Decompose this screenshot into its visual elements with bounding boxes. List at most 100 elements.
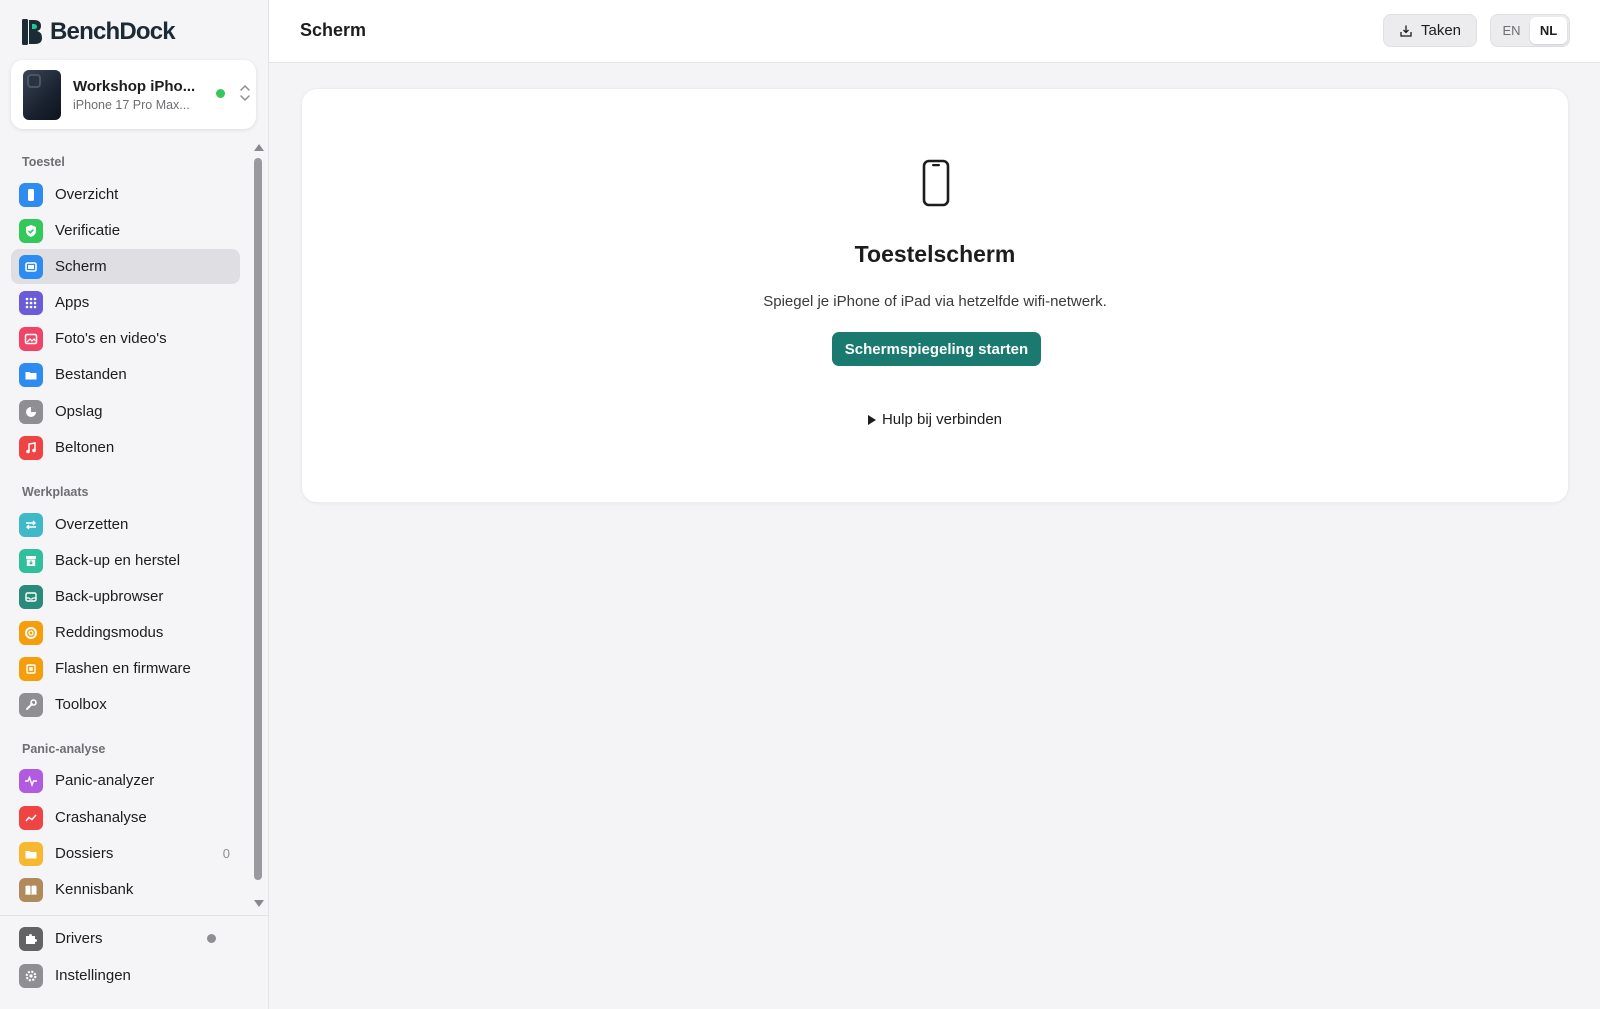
sidebar-item-label: Bestanden	[55, 366, 127, 383]
dossiers-count-badge: 0	[222, 846, 230, 861]
device-info: Workshop iPho... iPhone 17 Pro Max...	[73, 78, 205, 112]
sidebar-item-label: Instellingen	[55, 967, 131, 984]
sidebar-footer: Drivers Instellingen	[0, 915, 269, 1009]
phone-icon	[19, 182, 43, 207]
sidebar: BenchDock Workshop iPho... iPhone 17 Pro…	[0, 0, 269, 1009]
sidebar-item-opslag[interactable]: Opslag	[11, 394, 240, 429]
gear-icon	[19, 963, 43, 988]
section-label-werkplaats: Werkplaats	[22, 485, 89, 499]
scrollbar-thumb[interactable]	[254, 158, 262, 880]
sidebar-item-bestanden[interactable]: Bestanden	[11, 357, 240, 392]
sidebar-item-label: Verificatie	[55, 222, 121, 239]
lang-option-nl[interactable]: NL	[1530, 17, 1567, 44]
phone-icon	[922, 159, 950, 207]
grid-icon	[19, 290, 43, 315]
sidebar-item-label: Overzetten	[55, 516, 129, 533]
tasks-button[interactable]: Taken	[1383, 14, 1477, 47]
app-name: BenchDock	[50, 18, 176, 46]
lang-option-en[interactable]: EN	[1493, 17, 1530, 44]
app-logo: BenchDock	[22, 17, 176, 47]
benchdock-logo-icon	[22, 19, 42, 45]
sidebar-item-drivers[interactable]: Drivers	[11, 921, 240, 956]
connection-status-dot	[216, 89, 225, 98]
sidebar-item-label: Toolbox	[55, 696, 107, 713]
sidebar-scrollbar[interactable]	[250, 138, 267, 913]
sidebar-item-label: Back-up en herstel	[55, 552, 181, 569]
sidebar-item-dossiers[interactable]: Dossiers 0	[11, 836, 240, 871]
sidebar-item-beltonen[interactable]: Beltonen	[11, 430, 240, 465]
folder-icon	[19, 841, 43, 866]
sidebar-item-label: Beltonen	[55, 439, 115, 456]
sidebar-item-label: Opslag	[55, 403, 103, 420]
sidebar-item-overzicht[interactable]: Overzicht	[11, 177, 240, 212]
puzzle-icon	[19, 926, 43, 951]
transfer-icon	[19, 512, 43, 537]
pulse-icon	[19, 768, 43, 793]
archive-icon	[19, 548, 43, 573]
sidebar-item-verificatie[interactable]: Verificatie	[11, 213, 240, 248]
chart-icon	[19, 805, 43, 830]
sidebar-item-label: Scherm	[55, 258, 107, 275]
top-header: Scherm Taken EN NL	[269, 0, 1600, 63]
device-model: iPhone 17 Pro Max...	[73, 97, 190, 112]
sidebar-item-label: Panic-analyzer	[55, 772, 155, 789]
screen-mirror-card: Toestelscherm Spiegel je iPhone of iPad …	[301, 88, 1569, 503]
disclosure-triangle-icon	[867, 414, 876, 425]
sidebar-item-fotos-en-videos[interactable]: Foto's en video's	[11, 321, 240, 356]
device-name: Workshop iPho...	[73, 77, 196, 95]
tray-icon	[19, 584, 43, 609]
book-icon	[19, 877, 43, 902]
screen-icon	[19, 254, 43, 279]
card-title: Toestelscherm	[854, 241, 1016, 267]
app-name-bench: Bench	[50, 18, 120, 45]
start-mirroring-button[interactable]: Schermspiegeling starten	[832, 332, 1041, 366]
sidebar-item-label: Apps	[55, 294, 90, 311]
wrench-icon	[19, 692, 43, 717]
sidebar-item-toolbox[interactable]: Toolbox	[11, 687, 240, 722]
sidebar-item-overzetten[interactable]: Overzetten	[11, 507, 240, 542]
card-subtitle: Spiegel je iPhone of iPad via hetzelfde …	[763, 293, 1107, 310]
page-title: Scherm	[300, 20, 367, 40]
folder-icon	[19, 362, 43, 387]
language-toggle: EN NL	[1490, 14, 1570, 47]
sidebar-nav: Toestel Overzicht Verificatie Scherm App…	[0, 138, 250, 913]
sidebar-item-label: Dossiers	[55, 845, 114, 862]
sidebar-item-label: Kennisbank	[55, 881, 134, 898]
sidebar-item-label: Overzicht	[55, 186, 119, 203]
scroll-down-arrow-icon[interactable]	[254, 900, 264, 907]
sidebar-item-label: Flashen en firmware	[55, 660, 191, 677]
sidebar-item-panic-analyzer[interactable]: Panic-analyzer	[11, 763, 240, 798]
sidebar-item-crashanalyse[interactable]: Crashanalyse	[11, 800, 240, 835]
sidebar-item-back-up-en-herstel[interactable]: Back-up en herstel	[11, 543, 240, 578]
chevron-updown-icon	[240, 84, 250, 102]
help-label: Hulp bij verbinden	[881, 411, 1003, 428]
shield-check-icon	[19, 218, 43, 243]
sidebar-item-back-upbrowser[interactable]: Back-upbrowser	[11, 579, 240, 614]
sidebar-item-instellingen[interactable]: Instellingen	[11, 958, 240, 993]
sidebar-item-apps[interactable]: Apps	[11, 285, 240, 320]
music-icon	[19, 435, 43, 460]
photo-icon	[19, 326, 43, 351]
sidebar-item-label: Back-upbrowser	[55, 588, 164, 605]
drivers-status-dot	[207, 934, 216, 943]
device-thumbnail	[23, 69, 61, 120]
device-selector[interactable]: Workshop iPho... iPhone 17 Pro Max...	[11, 60, 256, 129]
lifebuoy-icon	[19, 620, 43, 645]
pie-icon	[19, 399, 43, 424]
app-name-dock: Dock	[119, 18, 175, 45]
help-connecting-disclosure[interactable]: Hulp bij verbinden	[302, 411, 1568, 428]
section-label-panic-analyse: Panic-analyse	[22, 742, 106, 756]
section-label-toestel: Toestel	[22, 155, 65, 169]
sidebar-item-label: Foto's en video's	[55, 330, 167, 347]
sidebar-item-scherm[interactable]: Scherm	[11, 249, 240, 284]
scroll-up-arrow-icon[interactable]	[254, 144, 264, 151]
sidebar-item-reddingsmodus[interactable]: Reddingsmodus	[11, 615, 240, 650]
sidebar-item-label: Reddingsmodus	[55, 624, 164, 641]
sidebar-item-kennisbank[interactable]: Kennisbank	[11, 872, 240, 907]
sidebar-item-label: Crashanalyse	[55, 809, 147, 826]
download-tray-icon	[1400, 25, 1412, 37]
chip-icon	[19, 656, 43, 681]
sidebar-item-flashen-en-firmware[interactable]: Flashen en firmware	[11, 651, 240, 686]
tasks-label: Taken	[1420, 22, 1462, 39]
sidebar-item-label: Drivers	[55, 930, 103, 947]
